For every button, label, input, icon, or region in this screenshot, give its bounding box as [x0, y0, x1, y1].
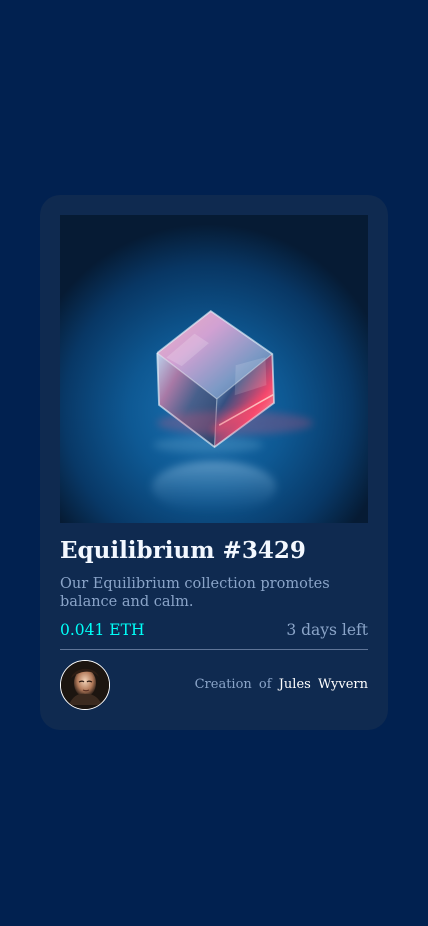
time-left: 3 days left: [286, 621, 368, 639]
price-value: 0.041 ETH: [60, 621, 145, 639]
creator-credit: Creation of Jules Wyvern: [195, 676, 368, 694]
creator-name-link[interactable]: Jules Wyvern: [279, 677, 368, 692]
nft-description: Our Equilibrium collection promotes bala…: [60, 576, 330, 610]
nft-image[interactable]: [60, 215, 368, 523]
nft-title[interactable]: Equilibrium #3429: [60, 536, 306, 566]
nft-preview-page: Equilibrium #3429 Our Equilibrium collec…: [0, 0, 428, 926]
nft-meta-row: 0.041 ETH 3 days left: [60, 620, 368, 642]
card-divider: [60, 649, 368, 650]
creator-prefix: Creation of: [194, 677, 272, 692]
nft-preview-card: Equilibrium #3429 Our Equilibrium collec…: [40, 195, 388, 730]
creator-avatar: [60, 660, 110, 710]
